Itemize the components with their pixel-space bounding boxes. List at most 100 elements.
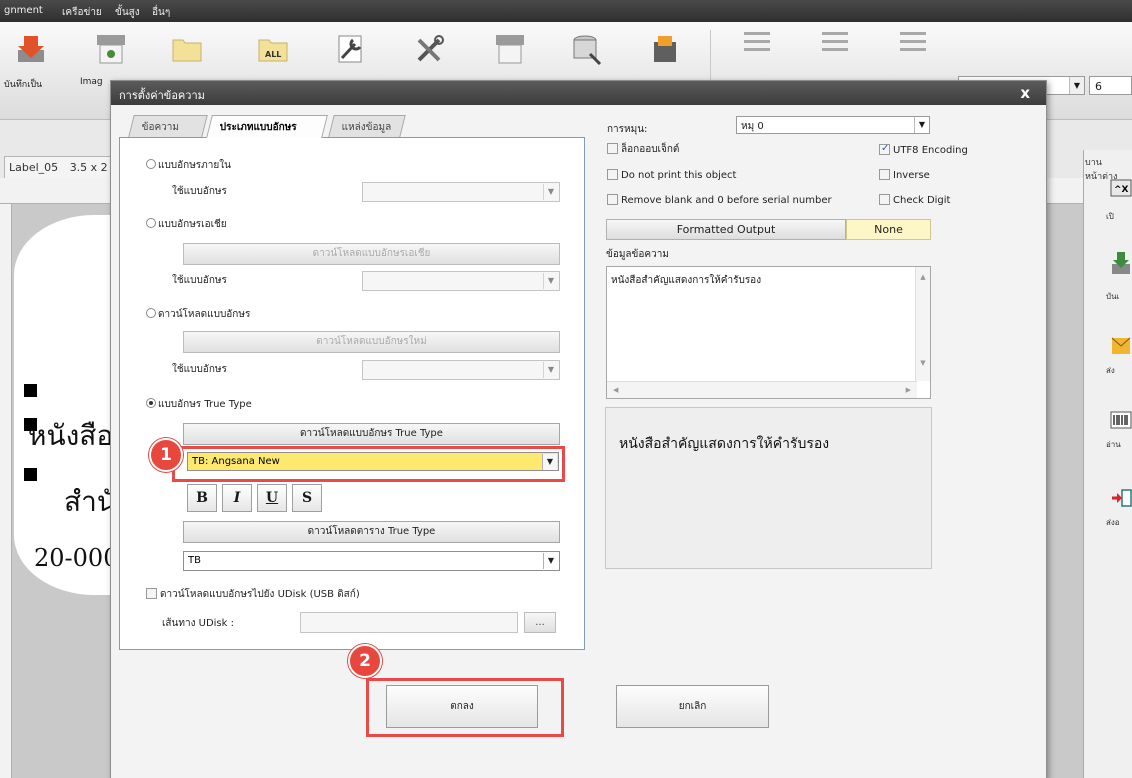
barcode-reader-icon[interactable] — [1110, 408, 1132, 434]
do-not-print-checkbox[interactable]: Do not print this object — [607, 169, 736, 181]
menu-item-other[interactable]: อื่นๆ — [152, 5, 170, 20]
scroll-left-icon[interactable]: ◀ — [613, 386, 618, 394]
save-as-icon[interactable] — [14, 32, 48, 66]
formatted-output-button[interactable]: Formatted Output — [606, 219, 846, 240]
menu-item-alignment[interactable]: gnment — [4, 5, 43, 16]
ribbon-font-size-field[interactable]: 6 — [1089, 76, 1132, 95]
lock-object-checkbox[interactable]: ล็อกออบเจ็กต์ — [607, 142, 679, 157]
right-panel-caption: ส่งอ — [1106, 518, 1120, 527]
text-format-toolbar: B I U S — [187, 484, 327, 512]
send-to-printer-icon[interactable] — [1110, 486, 1132, 512]
menu-item-network[interactable]: เครือข่าย — [62, 5, 102, 20]
dialog-title: การตั้งค่าข้อความ — [119, 89, 205, 102]
text-data-label: ข้อมูลข้อความ — [606, 249, 669, 260]
checkbox-icon — [146, 588, 157, 599]
checkbox-icon — [607, 143, 618, 154]
align-center-icon[interactable] — [822, 32, 848, 54]
scroll-down-icon[interactable]: ▼ — [916, 359, 930, 367]
wrench-icon[interactable] — [333, 32, 367, 66]
remove-blank-checkbox[interactable]: Remove blank and 0 before serial number — [607, 194, 832, 206]
rotation-select[interactable]: หมุ 0 ▼ — [736, 116, 930, 134]
tab-text[interactable]: ข้อความ — [128, 115, 208, 137]
align-left-icon[interactable] — [744, 32, 770, 54]
save-as-label: บันทึกเป็น — [4, 80, 43, 90]
scroll-up-icon[interactable]: ▲ — [916, 273, 930, 281]
annotation-highlight-ok-button — [366, 678, 564, 737]
document-tab[interactable]: Label_05 3.5 x 2 — [4, 156, 119, 178]
document-tab-name: Label_05 — [9, 161, 59, 174]
check-digit-checkbox[interactable]: Check Digit — [879, 194, 950, 206]
close-icon[interactable]: x — [1020, 84, 1030, 102]
chevron-down-icon: ▼ — [543, 553, 558, 569]
vertical-ruler — [0, 204, 12, 778]
preview-text: หนังสือสำคัญแสดงการให้คำรับรอง — [619, 436, 830, 452]
menu-bar: gnment เครือข่าย ขั้นสูง อื่นๆ — [0, 0, 1132, 22]
lock-object-label: ล็อกออบเจ็กต์ — [621, 144, 680, 155]
udisk-path-input[interactable] — [300, 612, 518, 633]
rotation-value: หมุ 0 — [741, 121, 764, 132]
annotation-highlight-font-select — [172, 446, 565, 482]
menu-item-advanced[interactable]: ขั้นสูง — [115, 5, 140, 20]
align-right-icon[interactable] — [900, 32, 926, 54]
text-data-textarea[interactable]: หนังสือสำคัญแสดงการให้คำรับรอง ▲ ▼ ◀ ▶ — [606, 266, 931, 399]
asian-font-select[interactable]: ▼ — [362, 271, 560, 291]
database-icon[interactable] — [570, 32, 604, 66]
italic-button[interactable]: I — [222, 484, 252, 512]
text-preview: หนังสือสำคัญแสดงการให้คำรับรอง — [605, 407, 932, 569]
download-font-radio-label: ดาวน์โหลดแบบอักษร — [158, 309, 251, 320]
builtin-font-select[interactable]: ▼ — [362, 182, 560, 202]
tab-data-source-label: แหล่งข้อมูล — [341, 122, 392, 133]
open-icon[interactable]: ^X — [1110, 178, 1132, 204]
browse-button[interactable]: ... — [524, 612, 556, 633]
save-icon[interactable] — [1110, 250, 1132, 276]
utf8-encoding-label: UTF8 Encoding — [893, 145, 968, 156]
underline-button[interactable]: U — [257, 484, 287, 512]
canvas-text-object[interactable]: 20-000 — [34, 544, 118, 572]
select-all-icon[interactable]: ALL — [256, 32, 290, 66]
canvas-text-object[interactable]: หนังสือ — [28, 414, 113, 458]
truetype-table-value: TB — [188, 555, 201, 566]
inverse-label: Inverse — [893, 170, 930, 181]
builtin-font-radio[interactable]: แบบอักษรภายใน — [146, 158, 231, 173]
truetype-table-select[interactable]: TB ▼ — [183, 551, 560, 571]
folder-icon[interactable] — [170, 32, 204, 66]
annotation-step-badge: 1 — [149, 438, 183, 472]
right-panel-caption: บันเ — [1106, 292, 1120, 301]
cancel-button[interactable]: ยกเลิก — [616, 685, 769, 728]
udisk-path-label: เส้นทาง UDisk : — [162, 618, 234, 629]
tab-font-type[interactable]: ประเภทแบบอักษร — [206, 115, 328, 138]
download-font-radio[interactable]: ดาวน์โหลดแบบอักษร — [146, 307, 250, 322]
text-data-value: หนังสือสำคัญแสดงการให้คำรับรอง — [611, 275, 762, 286]
horizontal-scrollbar[interactable]: ◀ ▶ — [607, 381, 917, 398]
formatted-output-value: None — [846, 219, 931, 240]
canvas-text-object[interactable]: สำนั — [64, 480, 116, 524]
tab-data-source[interactable]: แหล่งข้อมูล — [328, 115, 406, 137]
strikeout-button[interactable]: S — [292, 484, 322, 512]
truetype-font-download-button[interactable]: ดาวน์โหลดแบบอักษร True Type — [183, 423, 560, 445]
annotation-step-badge: 2 — [348, 644, 382, 678]
vertical-scrollbar[interactable]: ▲ ▼ — [915, 267, 930, 381]
dialog-title-bar[interactable]: การตั้งค่าข้อความ x — [111, 81, 1046, 105]
utf8-encoding-checkbox[interactable]: UTF8 Encoding — [879, 143, 968, 156]
selection-handle[interactable] — [24, 468, 37, 481]
serial-data-icon[interactable] — [648, 32, 682, 66]
asian-font-download-button[interactable]: ดาวน์โหลดแบบอักษรเอเชีย — [183, 243, 560, 265]
scroll-right-icon[interactable]: ▶ — [906, 386, 911, 394]
radio-circle-icon — [146, 218, 156, 228]
selection-handle[interactable] — [24, 384, 37, 397]
truetype-table-download-button[interactable]: ดาวน์โหลดตาราง True Type — [183, 521, 560, 543]
checkbox-checked-icon — [879, 143, 890, 155]
truetype-font-radio[interactable]: แบบอักษร True Type — [146, 397, 252, 412]
printer-icon[interactable] — [493, 32, 527, 66]
right-side-panel — [1083, 150, 1132, 778]
tools-icon[interactable] — [413, 32, 447, 66]
downloaded-font-select[interactable]: ▼ — [362, 360, 560, 380]
send-icon[interactable] — [1110, 332, 1132, 358]
asian-font-radio[interactable]: แบบอักษรเอเชีย — [146, 217, 227, 232]
bold-button[interactable]: B — [187, 484, 217, 512]
image-icon[interactable] — [94, 32, 128, 66]
chevron-down-icon: ▼ — [1069, 77, 1084, 94]
udisk-download-checkbox[interactable]: ดาวน์โหลดแบบอักษรไปยัง UDisk (USB ดิสก์) — [146, 587, 360, 602]
inverse-checkbox[interactable]: Inverse — [879, 169, 930, 181]
new-font-download-button[interactable]: ดาวน์โหลดแบบอักษรใหม่ — [183, 331, 560, 353]
